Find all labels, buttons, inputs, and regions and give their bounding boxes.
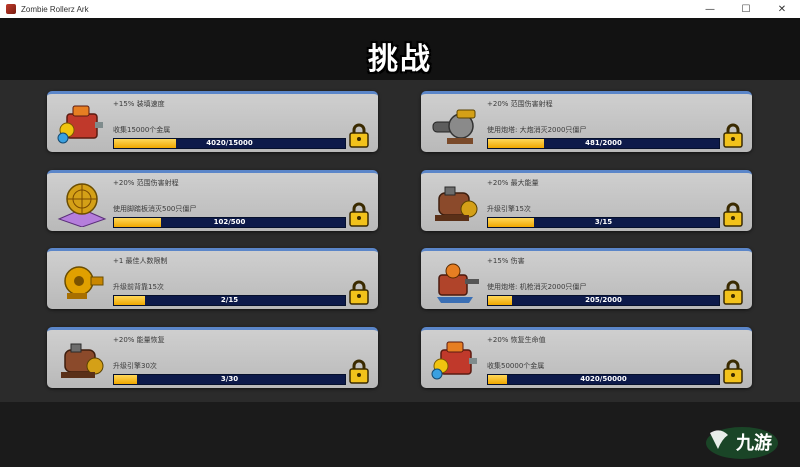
lock-icon[interactable]: [722, 201, 744, 227]
page-title: 挑战: [368, 42, 432, 77]
turret-base-shape: [437, 297, 473, 303]
gear-arm-shape: [90, 276, 104, 286]
window-title: Zombie Rollerz Ark: [21, 4, 89, 14]
challenge-task: 升级引擎15次: [487, 205, 531, 213]
engine-gear-shape: [86, 357, 104, 375]
engine-base-shape: [435, 215, 469, 221]
progress-text: 481/2000: [585, 139, 622, 147]
gear-hub-shape: [74, 276, 84, 286]
progress-bar: 102/500: [113, 217, 346, 228]
red-mechanical-ark-icon: [431, 341, 477, 380]
progress-text: 102/500: [213, 218, 246, 226]
cannon-stand-shape: [447, 138, 473, 144]
challenge-task: 使用脚踏板消灭500只僵尸: [113, 205, 197, 213]
ark-gem-shape: [431, 368, 443, 380]
challenge-task: 使用炮塔: 机枪消灭2000只僵尸: [487, 283, 587, 291]
challenge-bonus: +20% 能量恢复: [113, 336, 165, 344]
progress-text: 3/30: [220, 375, 239, 383]
engine-gear-shape: [460, 200, 478, 218]
lock-keyhole-shape: [731, 294, 735, 298]
lock-icon[interactable]: [722, 122, 744, 148]
challenge-task: 收集50000个金属: [487, 362, 545, 370]
progress-bar: 2/15: [113, 295, 346, 306]
ark-pipe-shape: [95, 122, 103, 128]
challenge-card[interactable]: +20% 最大能量 升级引擎15次 3/15: [421, 170, 752, 231]
progress-bar: 3/15: [487, 217, 720, 228]
ark-top-shape: [72, 105, 90, 117]
window-controls: — ☐ ✕: [692, 0, 800, 18]
lock-keyhole-shape: [357, 373, 361, 377]
gear-foot-shape: [67, 293, 87, 299]
progress-text: 205/2000: [585, 296, 622, 304]
challenge-bonus: +1 最佳人数限制: [113, 257, 168, 265]
challenge-task: 升级引擎30次: [113, 362, 157, 370]
challenge-card[interactable]: +20% 范围伤害射程 使用脚踏板消灭500只僵尸 102/500: [47, 170, 378, 231]
close-button[interactable]: ✕: [764, 0, 800, 18]
progress-text: 3/15: [594, 218, 613, 226]
lock-icon[interactable]: [348, 122, 370, 148]
progress-bar: 4020/50000: [487, 374, 720, 385]
progress-bar: 3/30: [113, 374, 346, 385]
challenge-card[interactable]: +20% 能量恢复 升级引擎30次 3/30: [47, 327, 378, 388]
turret-barrel-shape: [465, 279, 479, 284]
challenge-task: 使用炮塔: 大炮消灭2000只僵尸: [487, 126, 587, 134]
challenge-task: 升级前背靠15次: [113, 283, 164, 291]
ark-top-shape: [446, 341, 464, 353]
lock-keyhole-shape: [357, 294, 361, 298]
challenge-card[interactable]: +20% 恢复生命值 收集50000个金属 4020/50000: [421, 327, 752, 388]
challenge-card[interactable]: +20% 范围伤害射程 使用炮塔: 大炮消灭2000只僵尸 481/2000: [421, 91, 752, 152]
lock-keyhole-shape: [731, 216, 735, 220]
challenge-card[interactable]: +15% 伤害 使用炮塔: 机枪消灭2000只僵尸 205/2000: [421, 248, 752, 309]
lock-icon[interactable]: [348, 279, 370, 305]
lock-keyhole-shape: [357, 137, 361, 141]
lock-icon[interactable]: [722, 279, 744, 305]
lock-keyhole-shape: [357, 216, 361, 220]
lock-keyhole-shape: [731, 137, 735, 141]
challenge-bonus: +20% 范围伤害射程: [113, 179, 179, 187]
engine-cap-shape: [70, 343, 82, 353]
tesla-orb-icon: [57, 183, 107, 227]
watermark-logo: 九游: [706, 427, 778, 459]
challenge-bonus: +20% 范围伤害射程: [487, 100, 553, 108]
progress-bar: 481/2000: [487, 138, 720, 149]
ark-gem-shape: [57, 132, 69, 144]
challenge-bonus: +20% 最大能量: [487, 179, 539, 187]
minimize-button[interactable]: —: [692, 0, 728, 18]
progress-bar: 4020/15000: [113, 138, 346, 149]
progress-text: 2/15: [220, 296, 239, 304]
engine-cap-shape: [444, 186, 456, 196]
lock-icon[interactable]: [348, 358, 370, 384]
challenge-bonus: +15% 装填速度: [113, 100, 165, 108]
progress-bar: 205/2000: [487, 295, 720, 306]
cannon-turret-icon: [432, 109, 476, 144]
challenge-bonus: +15% 伤害: [487, 257, 525, 265]
maximize-button[interactable]: ☐: [728, 0, 764, 18]
challenge-card[interactable]: +15% 装填速度 收集15000个金属 4020/15000: [47, 91, 378, 152]
engine-base-shape: [61, 372, 95, 378]
engine-part-icon: [61, 343, 104, 378]
turret-dome-shape: [445, 263, 461, 279]
challenge-task: 收集15000个金属: [113, 126, 171, 134]
challenge-bonus: +20% 恢复生命值: [487, 336, 546, 344]
window-titlebar: Zombie Rollerz Ark — ☐ ✕: [0, 0, 800, 19]
app-icon: [6, 4, 16, 14]
bottom-band: [0, 402, 800, 467]
lock-icon[interactable]: [348, 201, 370, 227]
machine-gun-turret-icon: [437, 263, 479, 303]
progress-text: 4020/50000: [580, 375, 627, 383]
progress-text: 4020/15000: [206, 139, 253, 147]
gold-gear-icon: [64, 266, 104, 299]
watermark-text: 九游: [735, 432, 772, 454]
red-mechanical-ark-icon: [57, 105, 103, 144]
challenge-card[interactable]: +1 最佳人数限制 升级前背靠15次 2/15: [47, 248, 378, 309]
lock-keyhole-shape: [731, 373, 735, 377]
engine-part-icon: [435, 186, 478, 221]
lock-icon[interactable]: [722, 358, 744, 384]
ark-pipe-shape: [469, 358, 477, 364]
cannon-top-shape: [456, 109, 476, 119]
